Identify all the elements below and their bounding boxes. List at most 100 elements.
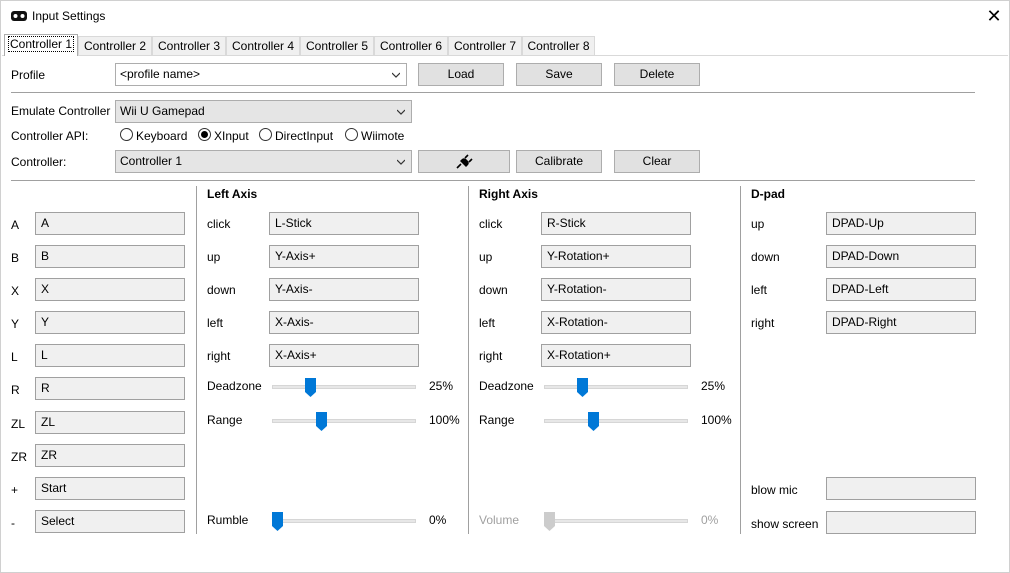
close-icon: ✕ xyxy=(986,6,1002,26)
button-b-field[interactable]: B xyxy=(35,245,185,268)
button-x-field[interactable]: X xyxy=(35,278,185,301)
button-l-field[interactable]: L xyxy=(35,344,185,367)
tab-controller-1[interactable]: Controller 1 xyxy=(4,34,78,56)
left-deadzone-slider[interactable] xyxy=(305,378,316,397)
button-zl-field[interactable]: ZL xyxy=(35,411,185,434)
blow-mic-label: blow mic xyxy=(751,483,798,497)
button-minus-label: - xyxy=(11,516,15,530)
tab-controller-7[interactable]: Controller 7 xyxy=(448,36,522,55)
emulate-label: Emulate Controller xyxy=(11,104,111,118)
close-button[interactable]: ✕ xyxy=(977,3,1010,29)
load-button[interactable]: Load xyxy=(418,63,504,86)
connect-button[interactable] xyxy=(418,150,510,173)
radio-wiimote[interactable] xyxy=(345,128,358,141)
left-deadzone-value: 25% xyxy=(429,379,454,393)
button-zr-label: ZR xyxy=(11,450,27,464)
left-down-field[interactable]: Y-Axis- xyxy=(269,278,419,301)
right-deadzone-value: 25% xyxy=(701,379,726,393)
dpad-up-field[interactable]: DPAD-Up xyxy=(826,212,976,235)
right-up-label: up xyxy=(479,250,493,264)
button-zl-label: ZL xyxy=(11,417,26,431)
left-click-field[interactable]: L-Stick xyxy=(269,212,419,235)
button-y-field[interactable]: Y xyxy=(35,311,185,334)
clear-button[interactable]: Clear xyxy=(614,150,700,173)
profile-label: Profile xyxy=(11,68,46,82)
dpad-right-field[interactable]: DPAD-Right xyxy=(826,311,976,334)
right-right-field[interactable]: X-Rotation+ xyxy=(541,344,691,367)
right-range-slider[interactable] xyxy=(588,412,599,431)
button-r-field[interactable]: R xyxy=(35,377,185,400)
left-range-slider[interactable] xyxy=(316,412,327,431)
controller-combo[interactable]: Controller 1 xyxy=(115,150,412,173)
right-click-field[interactable]: R-Stick xyxy=(541,212,691,235)
dpad-left-label: left xyxy=(751,283,768,297)
left-down-label: down xyxy=(207,283,236,297)
button-a-field[interactable]: A xyxy=(35,212,185,235)
divider xyxy=(11,180,975,181)
volume-slider xyxy=(544,512,555,531)
button-a-label: A xyxy=(11,218,20,232)
tab-controller-3[interactable]: Controller 3 xyxy=(152,36,226,55)
button-l-label: L xyxy=(11,350,18,364)
column-divider xyxy=(196,186,197,534)
right-up-field[interactable]: Y-Rotation+ xyxy=(541,245,691,268)
save-button[interactable]: Save xyxy=(516,63,602,86)
left-click-label: click xyxy=(207,217,231,231)
right-down-field[interactable]: Y-Rotation- xyxy=(541,278,691,301)
gamepad-icon xyxy=(11,11,27,21)
tab-controller-5[interactable]: Controller 5 xyxy=(300,36,374,55)
emulate-value: Wii U Gamepad xyxy=(120,104,205,118)
button-minus-field[interactable]: Select xyxy=(35,510,185,533)
show-screen-field[interactable] xyxy=(826,511,976,534)
left-left-field[interactable]: X-Axis- xyxy=(269,311,419,334)
input-settings-window: Input Settings ✕ Controller 1 Controller… xyxy=(0,0,1010,573)
volume-track xyxy=(544,519,688,523)
column-divider xyxy=(468,186,469,534)
calibrate-button[interactable]: Calibrate xyxy=(516,150,602,173)
left-left-label: left xyxy=(207,316,224,330)
radio-keyboard[interactable] xyxy=(120,128,133,141)
tab-controller-8[interactable]: Controller 8 xyxy=(522,36,595,55)
button-r-label: R xyxy=(11,383,20,397)
right-range-value: 100% xyxy=(701,413,732,427)
dpad-title: D-pad xyxy=(751,187,785,201)
left-axis-title: Left Axis xyxy=(207,187,258,201)
radio-xinput[interactable] xyxy=(198,128,211,141)
window-title: Input Settings xyxy=(32,9,106,23)
tab-controller-6[interactable]: Controller 6 xyxy=(374,36,448,55)
dpad-left-field[interactable]: DPAD-Left xyxy=(826,278,976,301)
button-zr-field[interactable]: ZR xyxy=(35,444,185,467)
blow-mic-field[interactable] xyxy=(826,477,976,500)
rumble-label: Rumble xyxy=(207,513,249,527)
chevron-down-icon xyxy=(392,72,400,78)
tab-controller-2[interactable]: Controller 2 xyxy=(78,36,152,55)
right-deadzone-slider[interactable] xyxy=(577,378,588,397)
right-left-field[interactable]: X-Rotation- xyxy=(541,311,691,334)
button-plus-field[interactable]: Start xyxy=(35,477,185,500)
dpad-down-label: down xyxy=(751,250,780,264)
left-right-label: right xyxy=(207,349,231,363)
radio-wiimote-label: Wiimote xyxy=(361,129,405,143)
profile-combo[interactable]: <profile name> xyxy=(115,63,407,86)
tab-panel: Profile <profile name> Load Save Delete … xyxy=(2,55,1008,571)
right-left-label: left xyxy=(479,316,496,330)
left-range-track xyxy=(272,419,416,423)
tab-controller-4[interactable]: Controller 4 xyxy=(226,36,300,55)
volume-value: 0% xyxy=(701,513,719,527)
dpad-down-field[interactable]: DPAD-Down xyxy=(826,245,976,268)
left-range-value: 100% xyxy=(429,413,460,427)
right-range-label: Range xyxy=(479,413,515,427)
divider xyxy=(11,92,975,93)
left-up-field[interactable]: Y-Axis+ xyxy=(269,245,419,268)
radio-directinput[interactable] xyxy=(259,128,272,141)
rumble-slider[interactable] xyxy=(272,512,283,531)
emulate-combo[interactable]: Wii U Gamepad xyxy=(115,100,412,123)
rumble-value: 0% xyxy=(429,513,447,527)
plug-icon xyxy=(456,154,473,169)
controller-value: Controller 1 xyxy=(120,154,183,168)
dpad-up-label: up xyxy=(751,217,765,231)
delete-button[interactable]: Delete xyxy=(614,63,700,86)
left-right-field[interactable]: X-Axis+ xyxy=(269,344,419,367)
profile-value: <profile name> xyxy=(120,67,201,81)
radio-xinput-label: XInput xyxy=(214,129,249,143)
